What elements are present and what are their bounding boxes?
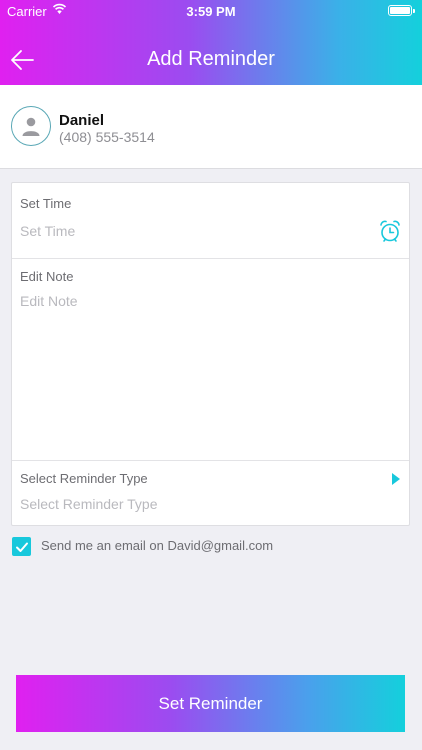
battery-icon — [388, 5, 415, 16]
nav-bar: Add Reminder — [0, 22, 422, 85]
set-time-label: Set Time — [20, 196, 72, 211]
avatar — [11, 106, 51, 146]
status-time: 3:59 PM — [186, 4, 236, 19]
divider — [12, 258, 409, 259]
top-bar: Carrier 3:59 PM Add Reminder — [0, 0, 422, 85]
alarm-clock-icon[interactable] — [378, 219, 402, 243]
contact-phone: (408) 555-3514 — [59, 129, 155, 145]
email-checkbox[interactable] — [12, 537, 31, 556]
reminder-form: Set Time Set Time Edit Note Edit Note Se… — [11, 182, 410, 526]
set-time-input[interactable]: Set Time — [20, 223, 75, 239]
email-option-label: Send me an email on David@gmail.com — [41, 538, 274, 553]
reminder-type-select[interactable]: Select Reminder Type — [20, 496, 157, 512]
contact-name: Daniel — [59, 112, 105, 129]
divider — [12, 460, 409, 461]
edit-note-input[interactable]: Edit Note — [20, 293, 78, 309]
checkmark-icon — [15, 542, 28, 552]
contact-card: Daniel (408) 555-3514 — [0, 85, 422, 169]
status-bar: Carrier 3:59 PM — [0, 0, 422, 22]
page-title: Add Reminder — [147, 48, 275, 70]
reminder-type-label: Select Reminder Type — [20, 471, 148, 486]
edit-note-label: Edit Note — [20, 269, 74, 284]
person-icon — [22, 117, 40, 136]
disclosure-arrow-icon[interactable] — [392, 473, 400, 485]
set-reminder-button[interactable]: Set Reminder — [16, 675, 405, 732]
